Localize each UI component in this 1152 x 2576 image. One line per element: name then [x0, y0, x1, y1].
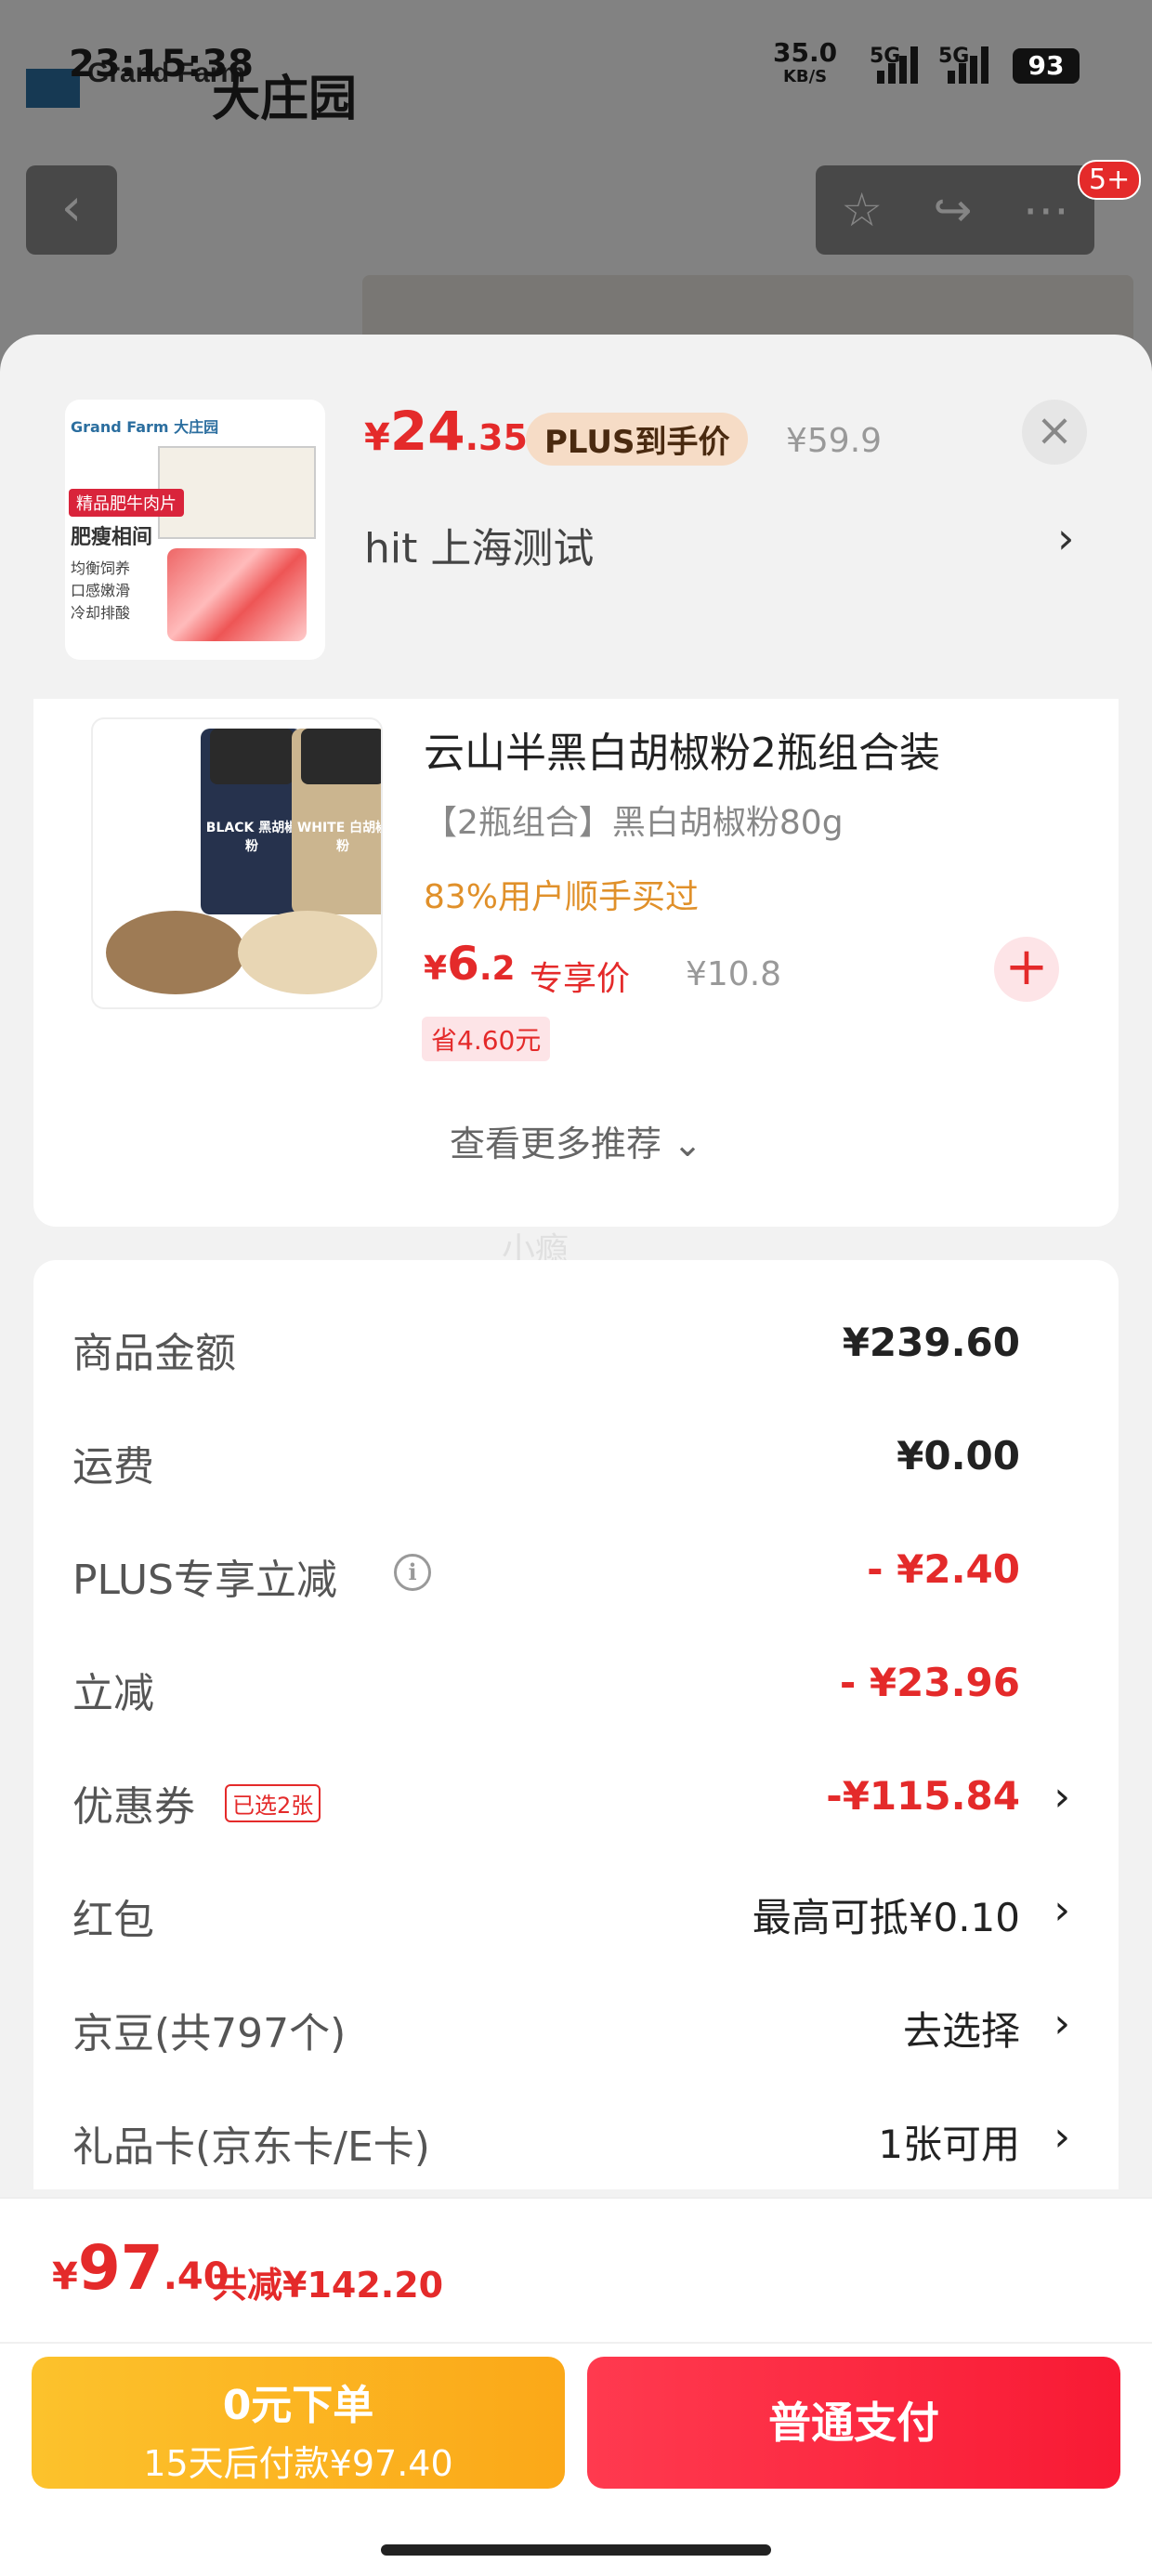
detail-value: 去选择: [902, 2008, 1020, 2054]
detail-row-shipping: 运费 ¥0.00: [33, 1424, 1119, 1498]
product-image: Grand Farm 大庄园 精品肥牛肉片 肥瘦相间 均衡饲养 口感嫩滑 冷却排…: [65, 400, 325, 660]
chevron-right-icon[interactable]: ›: [1054, 1773, 1070, 1820]
black-pepper-jar: BLACK 黑胡椒粉: [201, 729, 303, 914]
price-currency: ¥: [424, 950, 448, 988]
detail-label: 商品金额: [72, 1330, 236, 1377]
recommend-product-image[interactable]: BLACK 黑胡椒粉 WHITE 白胡椒粉: [91, 717, 383, 1009]
zero-pay-title: 0元下单: [222, 2382, 374, 2429]
original-price: ¥59.9: [786, 422, 883, 460]
price-dec: .2: [478, 950, 516, 988]
detail-label: 立减: [72, 1670, 154, 1717]
detail-value: -¥115.84: [826, 1773, 1020, 1819]
zero-pay-subtitle: 15天后付款¥97.40: [143, 2443, 453, 2484]
save-badge: 省4.60元: [422, 1017, 551, 1061]
detail-row-coupon[interactable]: 优惠券 已选2张 -¥115.84 ›: [33, 1764, 1119, 1838]
detail-row-plus-discount: PLUS专享立减 i - ¥2.40: [33, 1537, 1119, 1611]
recommend-price-label: 专享价: [530, 960, 631, 998]
product-image-title: 肥瘦相间: [71, 526, 153, 549]
detail-row-red-packet[interactable]: 红包 最高可抵¥0.10 ›: [33, 1877, 1119, 1952]
detail-value: ¥0.00: [897, 1433, 1020, 1479]
more-recommend-link[interactable]: 查看更多推荐 ⌄: [33, 1115, 1119, 1166]
price-currency: ¥: [52, 2255, 78, 2298]
detail-value: 1张可用: [878, 2122, 1020, 2167]
status-bar: 23:15:38 35.0 KB/S 5G 5G 93: [0, 37, 1152, 102]
price-int: 97: [77, 2232, 164, 2304]
signal-icon: [948, 46, 990, 84]
close-icon[interactable]: ×: [1022, 400, 1087, 465]
plus-price-tag: PLUS到手价: [526, 413, 749, 466]
jar-label-white: WHITE 白胡椒粉: [296, 821, 383, 854]
chevron-right-icon[interactable]: ›: [1057, 513, 1074, 563]
network-speed-value: 35.0: [773, 37, 838, 68]
divider: [0, 2342, 1152, 2344]
white-pepper-jar: WHITE 白胡椒粉: [292, 729, 383, 914]
price-dec: .35: [465, 417, 528, 458]
detail-label: 优惠券: [72, 1783, 195, 1831]
battery-icon: 93: [1013, 48, 1080, 84]
notification-badge: 5+: [1078, 160, 1142, 200]
detail-label: 礼品卡(京东卡/E卡): [72, 2123, 430, 2171]
total-price: ¥97.40: [52, 2232, 229, 2304]
product-price: ¥24.35: [364, 400, 528, 463]
chevron-right-icon[interactable]: ›: [1054, 1886, 1070, 1934]
recommend-original-price: ¥10.8: [686, 955, 782, 993]
detail-row-instant-discount: 立减 - ¥23.96: [33, 1650, 1119, 1725]
product-image-features: 均衡饲养 口感嫩滑 冷却排酸: [71, 558, 130, 624]
recommend-stat: 83%用户顺手买过: [424, 878, 700, 916]
detail-value: 最高可抵¥0.10: [752, 1895, 1020, 1940]
network-speed: 35.0 KB/S: [773, 40, 837, 89]
detail-label: PLUS专享立减: [72, 1557, 337, 1604]
detail-value: ¥239.60: [842, 1320, 1020, 1365]
detail-row-gift-card[interactable]: 礼品卡(京东卡/E卡) 1张可用 ›: [33, 2104, 1119, 2178]
detail-label: 京豆(共797个): [72, 2010, 347, 2057]
detail-row-jd-beans[interactable]: 京豆(共797个) 去选择 ›: [33, 1991, 1119, 2065]
detail-value: - ¥2.40: [867, 1546, 1020, 1592]
bottom-bar: ¥97.40 共减¥142.20 0元下单 15天后付款¥97.40 普通支付: [0, 2197, 1152, 2576]
recommend-price: ¥6.2: [424, 937, 516, 991]
price-int: 6: [447, 937, 479, 991]
black-pepper-bowl: [106, 911, 245, 994]
info-icon[interactable]: i: [394, 1554, 431, 1591]
home-indicator: [381, 2544, 771, 2556]
total-saved: 共减¥142.20: [212, 2265, 444, 2306]
recommend-title[interactable]: 云山半黑白胡椒粉2瓶组合装: [424, 719, 940, 779]
coupon-selected-badge: 已选2张: [225, 1784, 321, 1822]
feature-item: 均衡饲养: [71, 559, 131, 577]
product-meat: [167, 548, 307, 641]
chevron-right-icon[interactable]: ›: [1054, 2113, 1070, 2161]
plus-icon[interactable]: +: [994, 937, 1059, 1002]
price-detail-card: 商品金额 ¥239.60 运费 ¥0.00 PLUS专享立减 i - ¥2.40…: [33, 1260, 1119, 2189]
white-pepper-bowl: [238, 911, 377, 994]
price-int: 24: [389, 400, 465, 463]
network-speed-unit: KB/S: [782, 67, 828, 86]
status-time: 23:15:38: [69, 43, 254, 85]
price-currency: ¥: [364, 416, 390, 459]
normal-pay-button[interactable]: 普通支付: [587, 2357, 1120, 2489]
signal-icon: [877, 46, 920, 84]
recommend-subtitle: 【2瓶组合】黑白胡椒粉80g: [424, 804, 844, 842]
feature-item: 冷却排酸: [71, 604, 131, 622]
product-image-tag: 精品肥牛肉片: [69, 489, 184, 517]
recommend-card: BLACK 黑胡椒粉 WHITE 白胡椒粉 云山半黑白胡椒粉2瓶组合装 【2瓶组…: [33, 699, 1119, 1227]
product-image-logo: Grand Farm 大庄园: [71, 418, 219, 436]
jar-label-black: BLACK 黑胡椒粉: [205, 821, 298, 854]
feature-item: 口感嫩滑: [71, 582, 131, 599]
chevron-right-icon[interactable]: ›: [1054, 2000, 1070, 2047]
detail-row-goods-amount: 商品金额 ¥239.60: [33, 1310, 1119, 1385]
detail-label: 红包: [72, 1897, 154, 1944]
detail-value: - ¥23.96: [839, 1660, 1020, 1705]
detail-label: 运费: [72, 1443, 154, 1491]
zero-pay-button[interactable]: 0元下单 15天后付款¥97.40: [32, 2357, 565, 2489]
delivery-address[interactable]: hit 上海测试: [364, 515, 594, 574]
